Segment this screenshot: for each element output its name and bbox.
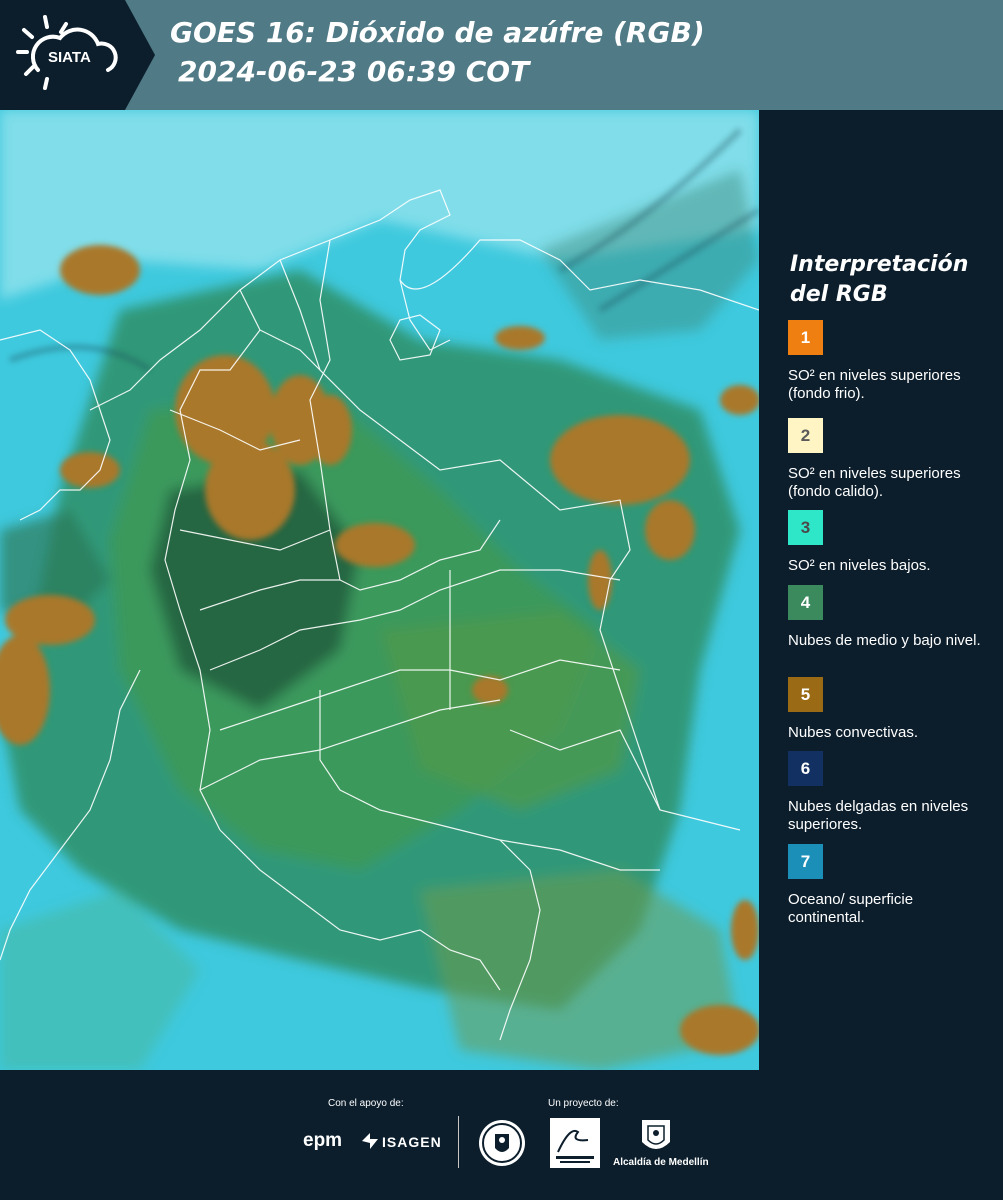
siata-logo[interactable]: SIATA	[0, 0, 155, 110]
legend-title: Interpretación del RGB	[790, 252, 969, 307]
legend-item-4: 4 Nubes de medio y bajo nivel.	[788, 585, 993, 650]
isagen-logo[interactable]: ISAGEN	[382, 1134, 442, 1150]
footer-divider	[458, 1116, 459, 1168]
legend-swatch-7: 7	[788, 844, 823, 879]
legend-item-6: 6 Nubes delgadas en niveles superiores.	[788, 751, 993, 834]
legend-label-2: SO² en niveles superiores (fondo calido)…	[788, 465, 961, 500]
legend-item-1: 1 SO² en niveles superiores (fondo frio)…	[788, 320, 993, 403]
logo-text: SIATA	[48, 49, 91, 66]
legend-item-3: 3 SO² en niveles bajos.	[788, 510, 993, 575]
legend-swatch-5: 5	[788, 677, 823, 712]
legend-swatch-1: 1	[788, 320, 823, 355]
legend-label-5: Nubes convectivas.	[788, 724, 919, 741]
legend-label-6: Nubes delgadas en niveles superiores.	[788, 798, 969, 833]
epm-logo[interactable]: epm	[303, 1130, 342, 1152]
page-title: GOES 16: Dióxido de azúfre (RGB)	[170, 16, 705, 49]
legend-item-7: 7 Oceano/ superficie continental.	[788, 844, 993, 927]
legend-label-4: Nubes de medio y bajo nivel.	[788, 632, 981, 649]
alcaldia-shield-icon[interactable]	[640, 1118, 672, 1156]
legend-swatch-6: 6	[788, 751, 823, 786]
support-label: Con el apoyo de:	[328, 1098, 404, 1109]
isagen-logo-icon	[362, 1133, 378, 1149]
legend-label-3: SO² en niveles bajos.	[788, 557, 931, 574]
project-label: Un proyecto de:	[548, 1098, 619, 1109]
footer-bar: Con el apoyo de: Un proyecto de: epm ISA…	[0, 1070, 1003, 1200]
legend-swatch-2: 2	[788, 418, 823, 453]
timestamp: 2024-06-23 06:39 COT	[178, 55, 530, 88]
header-bar: SIATA GOES 16: Dióxido de azúfre (RGB) 2…	[0, 0, 1003, 110]
legend-swatch-4: 4	[788, 585, 823, 620]
legend-item-5: 5 Nubes convectivas.	[788, 677, 993, 742]
legend-label-7: Oceano/ superficie continental.	[788, 891, 914, 926]
legend-item-2: 2 SO² en niveles superiores (fondo calid…	[788, 418, 993, 501]
legend-label-1: SO² en niveles superiores (fondo frio).	[788, 367, 961, 402]
satellite-map[interactable]	[0, 110, 759, 1070]
legend-swatch-3: 3	[788, 510, 823, 545]
alcaldia-label: Alcaldía de Medellín	[613, 1157, 709, 1168]
legend-panel: Interpretación del RGB 1 SO² en niveles …	[760, 110, 1003, 1070]
university-seal-icon[interactable]	[477, 1118, 527, 1168]
area-metropolitana-logo-icon[interactable]	[550, 1118, 600, 1168]
